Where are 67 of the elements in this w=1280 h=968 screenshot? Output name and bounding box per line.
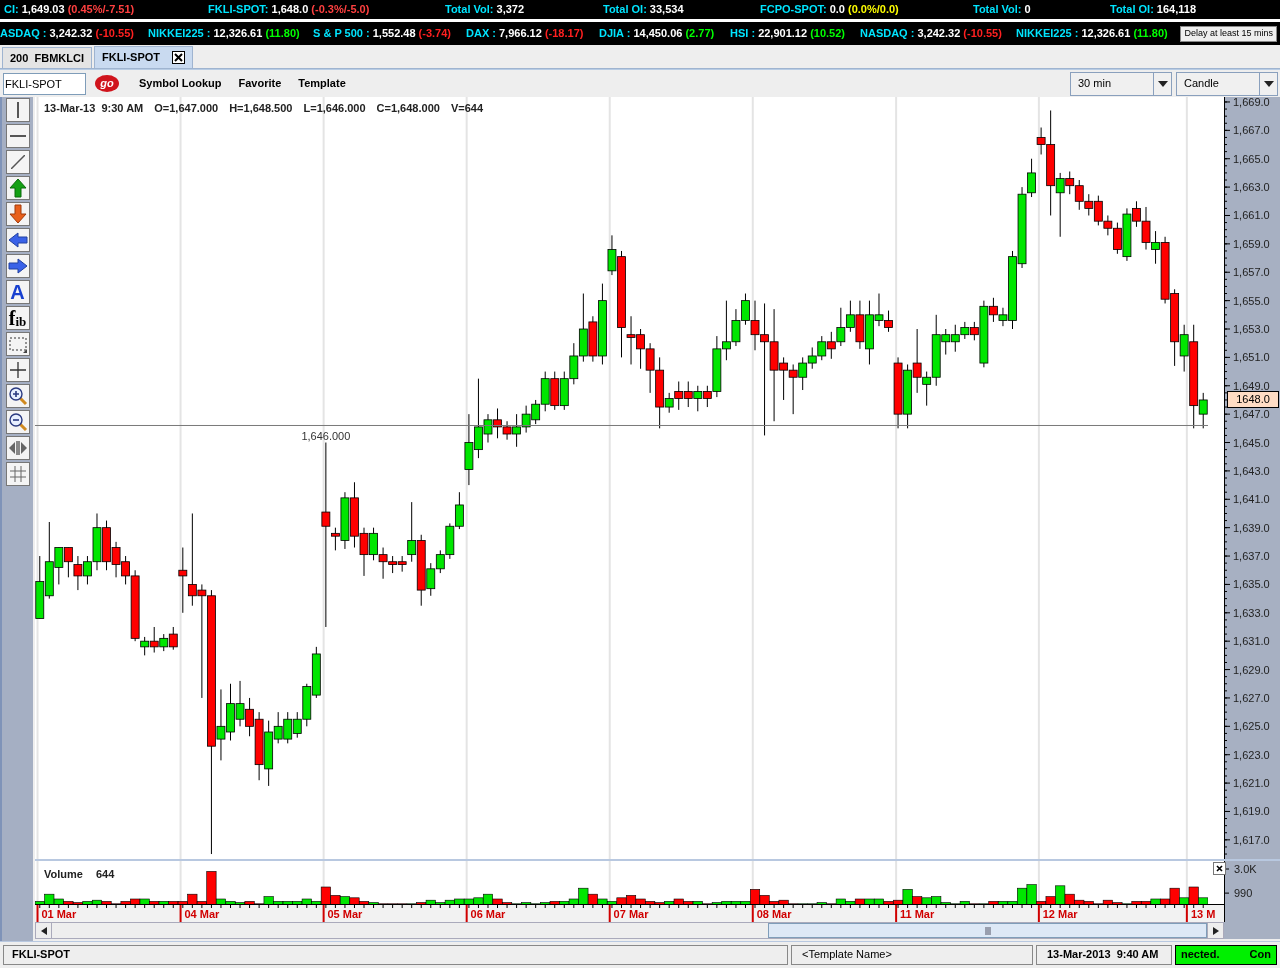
- axis-label: 1,643.0: [1233, 464, 1270, 477]
- date-label: 12 Mar: [1042, 908, 1078, 920]
- chart-info: V=644: [450, 101, 483, 116]
- chart-info: O=1,647.000: [154, 101, 219, 116]
- ticker-item: HSI : 22,901.12 (10.52): [730, 27, 845, 40]
- ticker-item: DJIA : 14,450.06 (2.77): [599, 27, 715, 40]
- axis-label: 1,631.0: [1233, 635, 1270, 648]
- axis-label: 1,627.0: [1233, 691, 1270, 704]
- axis-label: 1,623.0: [1233, 748, 1270, 761]
- date-label: 13 M: [1191, 908, 1216, 920]
- chart-info: C=1,648.000: [376, 101, 440, 116]
- price-label: 1,646.000: [301, 429, 351, 442]
- axis-label: 1,619.0: [1233, 805, 1270, 818]
- chart-info: 13-Mar-13 9:30 AM: [44, 101, 144, 116]
- chart-info: L=1,646.000: [303, 101, 366, 116]
- ticker-item: DAX : 7,966.12 (-18.17): [466, 27, 584, 40]
- axis-label: 990: [1234, 887, 1253, 900]
- date-label: 05 Mar: [327, 908, 363, 920]
- axis-label: 1,641.0: [1233, 493, 1270, 506]
- date-label: 01 Mar: [41, 908, 77, 920]
- chart-info: H=1,648.500: [229, 101, 293, 116]
- ticker-item: Total OI: 164,118: [1110, 3, 1196, 16]
- status-template: <Template Name>: [791, 944, 1033, 965]
- axis-label: 1,633.0: [1233, 606, 1270, 619]
- ticker-item: ASDAQ : 3,242.32 (-10.55): [0, 27, 134, 40]
- axis-label: 3.0K: [1234, 863, 1257, 875]
- axis-label: 1,655.0: [1233, 294, 1270, 307]
- axis-label: 1,629.0: [1233, 663, 1270, 676]
- axis-label: 1,669.0: [1233, 97, 1270, 108]
- date-label: 07 Mar: [613, 908, 649, 920]
- ticker-item: CI: 1,649.03 (0.45%/-7.51): [4, 3, 135, 16]
- axis-label: 1,649.0: [1233, 379, 1270, 392]
- axis-label: 1,639.0: [1233, 521, 1270, 534]
- ticker-item: NASDAQ : 3,242.32 (-10.55): [860, 27, 1002, 40]
- date-label: 04 Mar: [184, 908, 220, 920]
- volume-label: Volume: [44, 867, 83, 882]
- date-label: 08 Mar: [756, 908, 792, 920]
- axis-label: 1,637.0: [1233, 550, 1270, 563]
- ticker-item: Total Vol: 0: [973, 3, 1031, 16]
- axis-label: 1,663.0: [1233, 181, 1270, 194]
- axis-label: 1,651.0: [1233, 351, 1270, 364]
- axis-label: 1,667.0: [1233, 124, 1270, 137]
- axis-label: 1,635.0: [1233, 578, 1270, 591]
- date-label: 11 Mar: [900, 908, 935, 920]
- axis-label: 1,621.0: [1233, 777, 1270, 790]
- axis-label: 1,659.0: [1233, 237, 1270, 250]
- date-label: 06 Mar: [470, 908, 506, 920]
- status-symbol: FKLI-SPOT: [3, 944, 788, 965]
- status-datetime: 13-Mar-2013 9:40 AM: [1036, 944, 1172, 965]
- axis-label: 1,625.0: [1233, 720, 1270, 733]
- axis-label: 1,645.0: [1233, 436, 1270, 449]
- axis-label: 1,665.0: [1233, 152, 1270, 165]
- ticker-item: FCPO-SPOT: 0.0 (0.0%/0.0): [760, 3, 899, 16]
- ticker-item: NIKKEI225 : 12,326.61 (11.80): [1016, 27, 1168, 40]
- delay-note: Delay at least 15 mins: [1180, 26, 1277, 42]
- ticker-item: Total OI: 33,534: [603, 3, 684, 16]
- axis-label: 1,657.0: [1233, 266, 1270, 279]
- connection-status: nected. Con: [1175, 944, 1277, 965]
- axis-label: 1,661.0: [1233, 209, 1270, 222]
- axis-label: 1,653.0: [1233, 323, 1270, 335]
- ticker-item: Total Vol: 3,372: [445, 3, 525, 16]
- axis-label: 1,647.0: [1233, 408, 1270, 421]
- ticker-item: S & P 500 : 1,552.48 (-3.74): [313, 27, 451, 40]
- volume-value: 644: [95, 867, 115, 882]
- ticker-item: FKLI-SPOT: 1,648.0 (-0.3%/-5.0): [208, 3, 370, 16]
- axis-label: 1,617.0: [1233, 833, 1270, 846]
- ticker-item: NIKKEI225 : 12,326.61 (11.80): [148, 27, 300, 40]
